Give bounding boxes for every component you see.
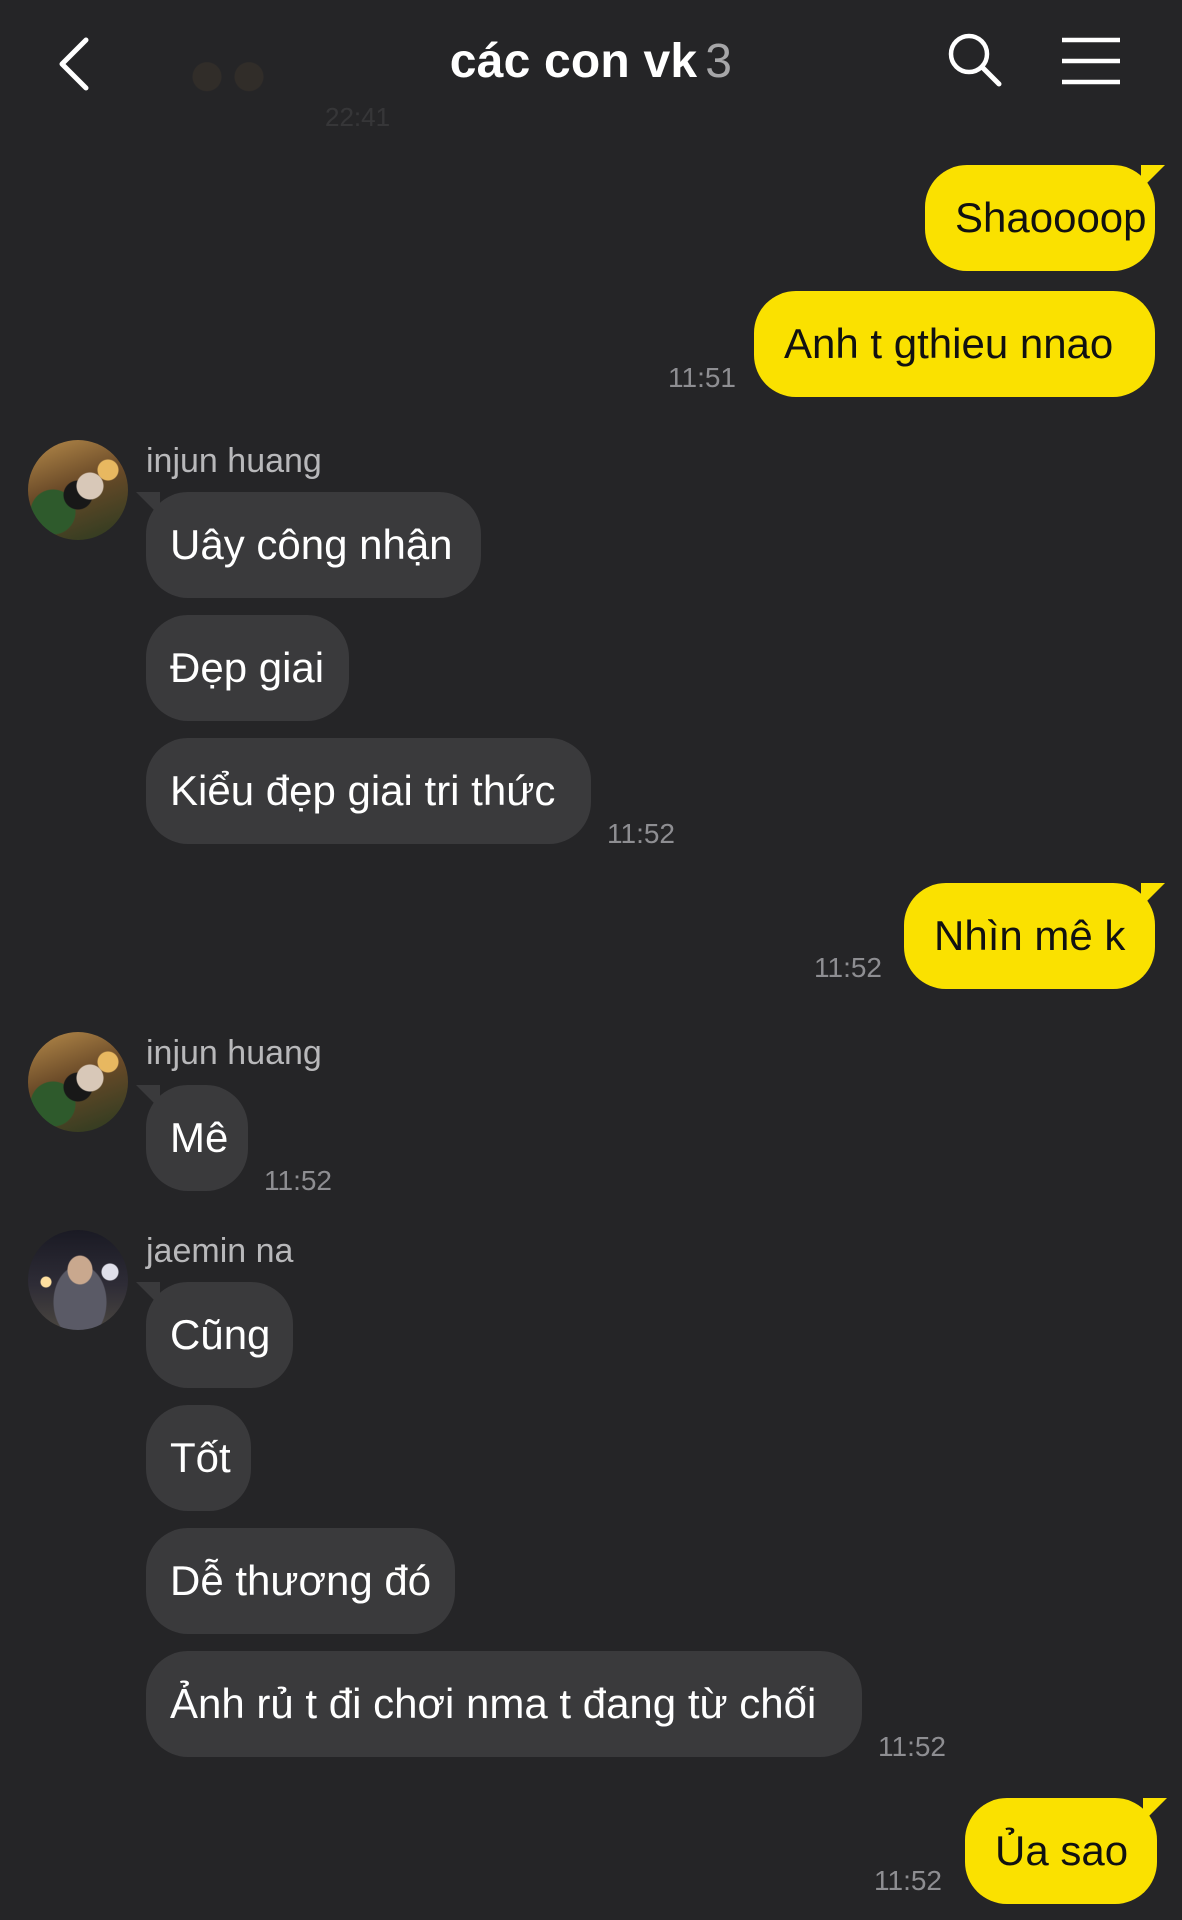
incoming-message[interactable]: Mê	[146, 1085, 248, 1191]
search-button[interactable]	[945, 30, 1005, 90]
message-timestamp: 11:51	[668, 362, 736, 393]
incoming-message[interactable]: Kiểu đẹp giai tri thức	[146, 738, 591, 844]
background-media-time: 22:41	[325, 102, 391, 132]
message-text: Anh t gthieu nnao	[784, 320, 1114, 367]
incoming-message[interactable]: Cũng	[146, 1282, 293, 1388]
message-text: Mê	[170, 1114, 229, 1161]
message-timestamp: 11:52	[878, 1731, 946, 1762]
member-count: 3	[705, 35, 733, 88]
message-text: Tốt	[170, 1434, 231, 1481]
avatar-jaemin-na[interactable]	[28, 1230, 128, 1330]
search-icon	[948, 33, 1002, 87]
message-timestamp: 11:52	[814, 952, 882, 983]
menu-button[interactable]	[1058, 32, 1124, 90]
outgoing-message[interactable]: Nhìn mê k	[904, 883, 1155, 989]
incoming-message[interactable]: Ảnh rủ t đi chơi nma t đang từ chối	[146, 1651, 862, 1757]
message-timestamp: 11:52	[607, 818, 675, 849]
hamburger-menu-icon	[1062, 37, 1120, 85]
message-text: Dễ thương đó	[170, 1557, 432, 1604]
avatar-injun-huang[interactable]	[28, 1032, 128, 1132]
chat-header: 22:41 các con vk 3	[0, 0, 1182, 132]
incoming-message[interactable]: Dễ thương đó	[146, 1528, 455, 1634]
message-timestamp: 11:52	[874, 1865, 942, 1896]
outgoing-message[interactable]: Shaoooop	[925, 165, 1155, 271]
message-text: Uây công nhận	[170, 521, 453, 568]
incoming-message[interactable]: Đẹp giai	[146, 615, 349, 721]
message-text: Shaoooop	[955, 194, 1147, 241]
message-text: Ảnh rủ t đi chơi nma t đang từ chối	[170, 1680, 817, 1727]
avatar-injun-huang[interactable]	[28, 440, 128, 540]
message-text: Kiểu đẹp giai tri thức	[170, 767, 556, 814]
outgoing-message[interactable]: Anh t gthieu nnao	[754, 291, 1155, 397]
message-timestamp: 11:52	[264, 1165, 332, 1196]
sender-name: injun huang	[146, 1034, 322, 1072]
sender-name: jaemin na	[146, 1232, 294, 1270]
message-text: Cũng	[170, 1311, 271, 1358]
chat-name: các con vk	[449, 35, 698, 88]
sender-name: injun huang	[146, 442, 322, 480]
message-text: Ủa sao	[995, 1827, 1129, 1874]
message-text: Nhìn mê k	[934, 912, 1126, 959]
incoming-message[interactable]: Uây công nhận	[146, 492, 481, 598]
outgoing-message[interactable]: Ủa sao	[965, 1798, 1157, 1904]
incoming-message[interactable]: Tốt	[146, 1405, 251, 1511]
message-text: Đẹp giai	[170, 644, 325, 691]
